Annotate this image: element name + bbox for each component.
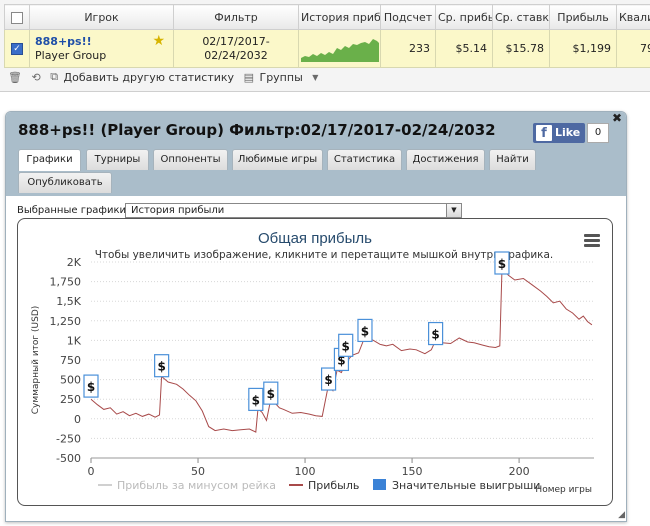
tab-achievements[interactable]: Достижения <box>406 149 485 170</box>
column-header[interactable]: История приб <box>298 4 381 30</box>
y-tick-label: 1,750 <box>50 276 82 289</box>
y-tick-label: 500 <box>60 374 81 387</box>
menu-icon[interactable] <box>584 234 600 237</box>
qual-cell: 79 <box>616 29 650 68</box>
tab-tournaments[interactable]: Турниры <box>86 149 149 170</box>
add-stats-icon: ⧉ <box>50 70 59 83</box>
tab-favorite-games[interactable]: Любимые игры <box>232 149 323 170</box>
chart-select-value: История прибыли <box>131 205 225 216</box>
stats-table: Игрок Фильтр История приб Подсчет Ср. пр… <box>4 4 650 68</box>
profit-chart[interactable]: Общая прибыль Чтобы увеличить изображение… <box>17 218 613 506</box>
chart-subtitle: Чтобы увеличить изображение, кликните и … <box>95 249 554 261</box>
y-axis-label: Суммарный итог (USD) <box>31 306 41 415</box>
dropdown-arrow-icon[interactable]: ▼ <box>446 204 461 217</box>
selected-charts-label: Выбранные графики: <box>17 205 130 216</box>
profit-sparkline <box>301 39 379 62</box>
column-header[interactable]: Ср. прибы <box>435 4 493 30</box>
chevron-down-icon[interactable]: ▼ <box>312 73 318 82</box>
tab-opponents[interactable]: Оппоненты <box>153 149 228 170</box>
filter-line: 02/17/2017- <box>202 34 270 48</box>
table-row[interactable]: ✓ 888+ps!! Player Group ★ 02/17/2017- 02… <box>4 29 650 68</box>
legend-marker-wins <box>373 479 386 490</box>
y-tick-label: 2K <box>67 256 82 269</box>
player-group: Player Group <box>35 48 107 62</box>
select-all-checkbox[interactable] <box>11 11 23 24</box>
x-tick-label: 100 <box>295 465 316 478</box>
legend-item-rake[interactable]: Прибыль за минусом рейка <box>117 479 276 492</box>
menu-icon[interactable] <box>584 244 600 247</box>
win-flag-label: $ <box>324 373 332 387</box>
like-count: 0 <box>587 123 609 143</box>
tab-statistics[interactable]: Статистика <box>327 149 402 170</box>
column-header[interactable]: Игрок <box>29 4 174 30</box>
win-flag-label: $ <box>87 380 95 394</box>
player-cell[interactable]: 888+ps!! Player Group ★ <box>29 29 174 68</box>
chart-svg[interactable]: Общая прибыль Чтобы увеличить изображение… <box>18 219 612 505</box>
trash-icon[interactable]: 🗑 <box>8 71 22 84</box>
close-icon[interactable]: ✖ <box>612 111 622 125</box>
achievement-icon: ★ <box>152 33 165 49</box>
profit-cell: $1,199 <box>549 29 617 68</box>
table-header-row: Игрок Фильтр История приб Подсчет Ср. пр… <box>4 4 650 30</box>
player-name-link[interactable]: 888+ps!! <box>35 35 168 49</box>
x-tick-label: 150 <box>402 465 423 478</box>
row-select-cell[interactable]: ✓ <box>4 29 30 68</box>
x-tick-label: 50 <box>191 465 205 478</box>
avg-profit-cell: $5.14 <box>435 29 493 68</box>
chart-title: Общая прибыль <box>258 230 372 247</box>
groups-button[interactable]: Группы <box>259 71 302 84</box>
y-tick-label: 1,5K <box>56 295 81 308</box>
y-tick-label: -250 <box>56 432 81 445</box>
count-cell: 233 <box>380 29 436 68</box>
win-flag-label: $ <box>361 324 369 338</box>
tab-publish[interactable]: Опубликовать <box>18 172 112 193</box>
win-flag-label: $ <box>342 339 350 353</box>
tab-charts[interactable]: Графики <box>18 149 81 171</box>
column-header[interactable]: Прибыль <box>549 4 617 30</box>
y-tick-label: -500 <box>56 452 81 465</box>
filter-cell: 02/17/2017- 02/24/2032 <box>173 29 299 68</box>
groups-icon: ▤ <box>243 70 254 84</box>
chart-select[interactable]: История прибыли ▼ <box>125 203 462 218</box>
column-header[interactable]: Квалис <box>616 4 650 30</box>
win-flag-label: $ <box>498 257 506 271</box>
row-checkbox[interactable]: ✓ <box>11 43 23 55</box>
x-axis-label: Номер игры <box>535 485 592 495</box>
like-label: Like <box>555 126 581 139</box>
select-all-header[interactable] <box>4 4 30 30</box>
legend-item-wins[interactable]: Значительные выигрыши <box>392 479 540 492</box>
win-flag-label: $ <box>267 387 275 401</box>
win-flag-label: $ <box>431 328 439 342</box>
stats-grid: Игрок Фильтр История приб Подсчет Ср. пр… <box>0 0 650 92</box>
y-tick-label: 250 <box>60 393 81 406</box>
add-stats-button[interactable]: Добавить другую статистику <box>64 71 235 84</box>
window-title: 888+ps!! (Player Group) Фильтр:02/17/201… <box>18 121 496 139</box>
legend-item-profit[interactable]: Прибыль <box>308 479 359 492</box>
resize-handle-icon[interactable]: ◢ <box>618 510 625 520</box>
grid-toolbar: 🗑 ⟲ ⧉ Добавить другую статистику ▤ Групп… <box>8 70 324 86</box>
y-tick-label: 1,250 <box>50 315 82 328</box>
player-window: 888+ps!! (Player Group) Фильтр:02/17/201… <box>5 111 627 522</box>
x-tick-label: 200 <box>509 465 530 478</box>
tab-find[interactable]: Найти <box>489 149 536 170</box>
column-header[interactable]: Подсчет <box>380 4 436 30</box>
y-tick-label: 0 <box>74 413 81 426</box>
column-header[interactable]: Ср. ставк <box>492 4 550 30</box>
win-flag-label: $ <box>252 393 260 407</box>
column-header[interactable]: Фильтр <box>173 4 299 30</box>
refresh-icon[interactable]: ⟲ <box>31 71 40 84</box>
y-tick-label: 750 <box>60 354 81 367</box>
x-tick-label: 0 <box>88 465 95 478</box>
facebook-icon: f <box>536 125 552 141</box>
menu-icon[interactable] <box>584 239 600 242</box>
y-tick-label: 1K <box>67 334 82 347</box>
avg-stake-cell: $15.78 <box>492 29 550 68</box>
window-header: 888+ps!! (Player Group) Фильтр:02/17/201… <box>6 111 626 196</box>
profit-history-cell <box>298 29 381 68</box>
sparkline-area <box>301 39 379 62</box>
facebook-like-button[interactable]: f Like <box>533 123 585 143</box>
win-flag-label: $ <box>157 360 165 374</box>
filter-line: 02/24/2032 <box>204 48 268 62</box>
